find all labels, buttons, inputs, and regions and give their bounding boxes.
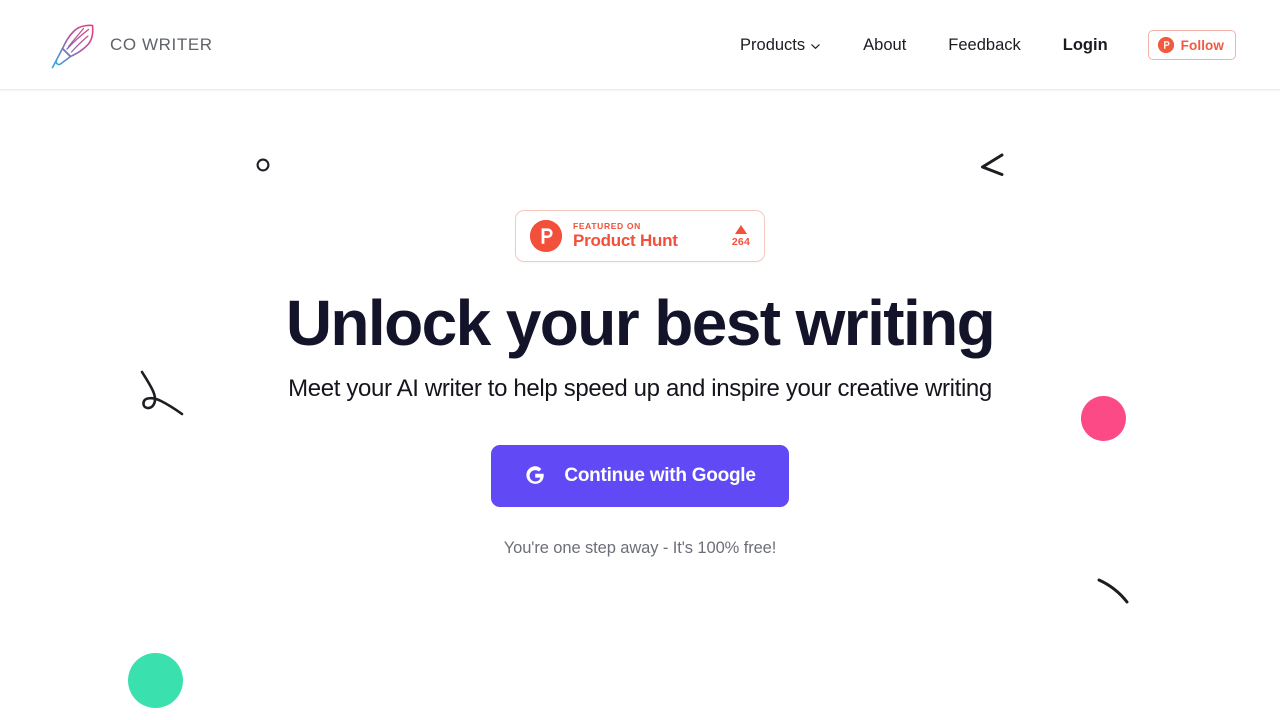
page-title: Unlock your best writing: [285, 287, 996, 359]
free-note-text: You're one step away - It's 100% free!: [503, 538, 777, 557]
nav-item-feedback[interactable]: Feedback: [948, 36, 1020, 55]
feather-quill-icon: [48, 16, 100, 74]
nav-item-about-label: About: [863, 35, 907, 54]
product-hunt-featured-badge[interactable]: FEATURED ON Product Hunt 264: [515, 210, 765, 262]
brand-name: CO WRITER: [110, 34, 213, 54]
featured-on-label: FEATURED ON: [573, 220, 641, 231]
chevron-down-icon: [810, 41, 821, 52]
nav-item-login[interactable]: Login: [1063, 36, 1108, 55]
nav-item-login-label: Login: [1062, 35, 1108, 54]
product-hunt-follow-button[interactable]: Follow: [1147, 30, 1236, 60]
brand-logo[interactable]: CO WRITER: [48, 16, 213, 74]
triangle-up-icon: [734, 224, 747, 234]
main-nav: Products About Feedback Login Follow: [740, 0, 1236, 90]
upvote-count: 264: [731, 235, 750, 248]
hero-section: FEATURED ON Product Hunt 264 Unlock your…: [0, 90, 1280, 720]
google-g-icon: [524, 465, 546, 487]
continue-with-google-label: Continue with Google: [564, 464, 756, 486]
product-hunt-badge-text: FEATURED ON Product Hunt: [573, 220, 717, 251]
continue-with-google-button[interactable]: Continue with Google: [491, 444, 789, 507]
upvote-group[interactable]: 264: [728, 224, 750, 248]
product-hunt-name: Product Hunt: [573, 231, 678, 251]
follow-button-label: Follow: [1180, 37, 1224, 53]
page-subtitle: Meet your AI writer to help speed up and…: [288, 374, 992, 402]
nav-item-about[interactable]: About: [863, 36, 906, 55]
product-hunt-icon: [1157, 37, 1174, 53]
nav-item-products-label: Products: [740, 35, 806, 54]
site-header: CO WRITER Products About Feedback Login: [0, 0, 1280, 90]
nav-item-feedback-label: Feedback: [948, 35, 1021, 54]
nav-item-products[interactable]: Products: [740, 36, 821, 55]
landing-page: CO WRITER Products About Feedback Login: [0, 0, 1280, 720]
product-hunt-icon: [530, 220, 562, 252]
